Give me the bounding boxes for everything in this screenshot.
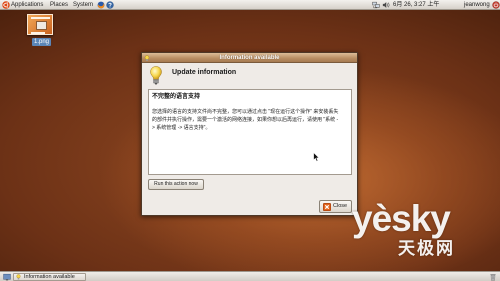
dialog-titlebar[interactable]: Information available: [142, 53, 357, 63]
trash-icon[interactable]: [489, 273, 497, 281]
message-line: > 系统管理 -> 语言支持"。: [152, 125, 211, 131]
close-icon: [323, 203, 331, 211]
message-line: 的部件并执行操作，需要一个激活的网络连接，如果你想以后再运行，请使用 "系统 -: [152, 117, 339, 123]
network-icon[interactable]: [372, 1, 380, 9]
desktop-file-icon[interactable]: 1.png: [24, 13, 56, 48]
close-button[interactable]: Close: [319, 200, 352, 213]
thumbnail-stripe: [31, 32, 45, 34]
volume-icon[interactable]: [382, 1, 390, 9]
thumbnail-window: [36, 21, 47, 30]
help-icon[interactable]: [106, 1, 114, 9]
desktop-file-label[interactable]: 1.png: [32, 38, 52, 46]
menu-places[interactable]: Places: [50, 0, 68, 10]
dialog-title: Information available: [219, 55, 280, 61]
watermark-logo: yèsky: [352, 198, 451, 239]
taskbar-item-label: Information available: [24, 274, 75, 280]
message-line: 您选择的语言的支持文件尚不完整，您可以通过点击 "现在运行这个操作" 来安装丢失: [152, 109, 339, 115]
lightbulb-icon: [150, 66, 162, 85]
message-textview: 不完整的语言支持 您选择的语言的支持文件尚不完整，您可以通过点击 "现在运行这个…: [148, 89, 352, 175]
power-icon[interactable]: [492, 1, 500, 9]
show-desktop-icon[interactable]: [3, 273, 11, 281]
top-panel: Applications Places System 6月 26, 3:27 上…: [0, 0, 500, 10]
image-file-icon: [27, 14, 53, 35]
clock[interactable]: 6月 26, 3:27 上午: [393, 0, 439, 10]
ubuntu-logo-icon[interactable]: [2, 1, 10, 9]
run-action-button[interactable]: Run this action now: [148, 179, 204, 190]
close-button-label: Close: [333, 203, 348, 209]
user-switcher[interactable]: jeanwong: [464, 0, 490, 10]
menu-system[interactable]: System: [73, 0, 93, 10]
menu-applications[interactable]: Applications: [11, 0, 43, 10]
bottom-panel: Information available: [0, 271, 500, 281]
information-dialog: Information available Update information…: [141, 52, 358, 216]
taskbar-item-information-available[interactable]: Information available: [13, 273, 86, 281]
thumbnail-stripe: [31, 17, 50, 19]
dialog-heading: Update information: [172, 69, 237, 76]
desktop-screen: Applications Places System 6月 26, 3:27 上…: [0, 0, 500, 281]
watermark-name: 天极网: [398, 239, 455, 258]
firefox-icon[interactable]: [97, 1, 105, 9]
message-title: 不完整的语言支持: [152, 94, 201, 100]
mouse-pointer-icon: [313, 152, 319, 162]
update-notifier-icon: [16, 274, 21, 280]
